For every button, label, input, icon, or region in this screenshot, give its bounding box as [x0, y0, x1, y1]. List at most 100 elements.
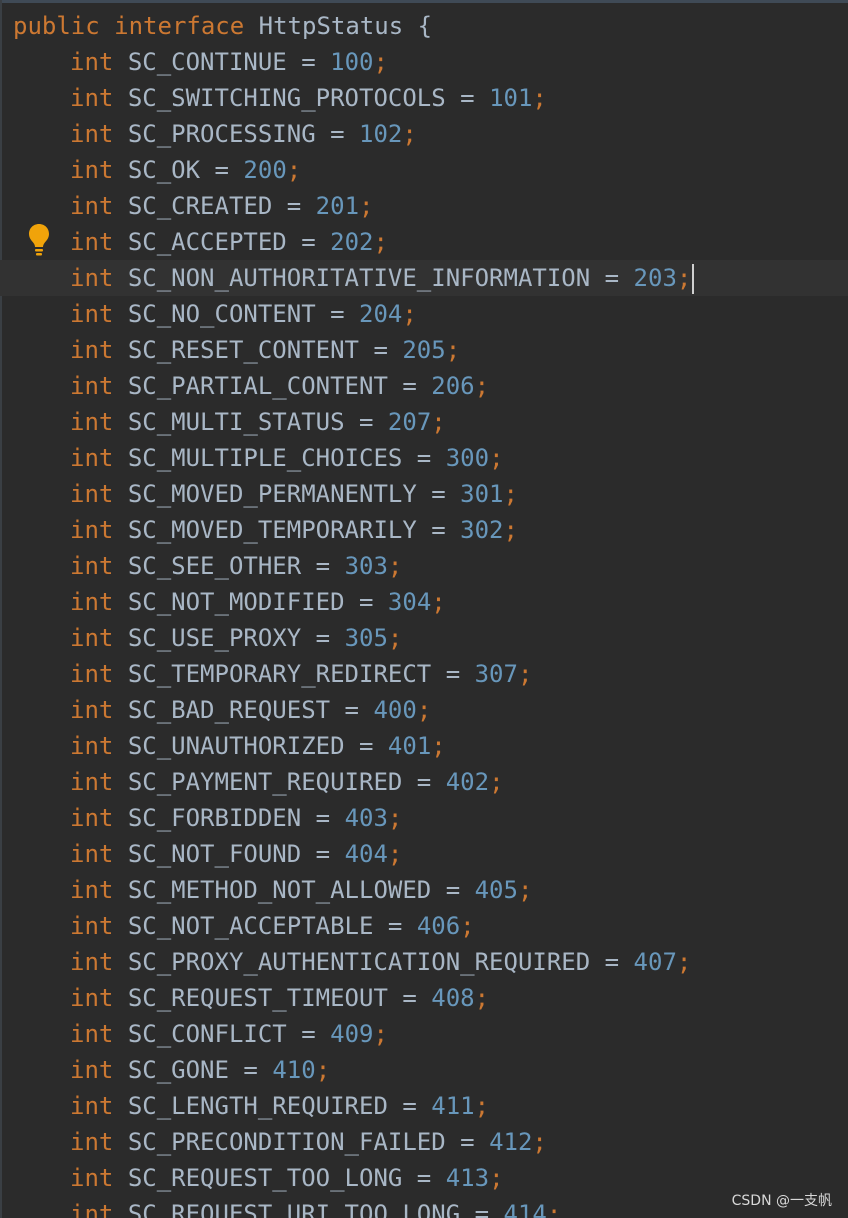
code-line[interactable]: int SC_PROXY_AUTHENTICATION_REQUIRED = 4…	[0, 944, 848, 980]
code-line[interactable]: int SC_GONE = 410;	[0, 1052, 848, 1088]
semicolon: ;	[373, 48, 388, 76]
assign-operator: =	[402, 768, 446, 796]
type-keyword: int	[70, 1020, 114, 1048]
semicolon: ;	[373, 1020, 388, 1048]
type-keyword: int	[70, 948, 114, 976]
constant-name: SC_MOVED_TEMPORARILY	[127, 516, 417, 544]
assign-operator: =	[590, 264, 634, 292]
code-line[interactable]: int SC_NOT_ACCEPTABLE = 406;	[0, 908, 848, 944]
constant-name: SC_MULTIPLE_CHOICES	[127, 444, 403, 472]
type-keyword: int	[70, 1164, 114, 1192]
interface-declaration-line[interactable]: public interface HttpStatus {	[0, 8, 848, 44]
constant-value: 202	[330, 228, 374, 256]
code-line[interactable]: int SC_CONTINUE = 100;	[0, 44, 848, 80]
constant-name: SC_REQUEST_TOO_LONG	[127, 1164, 403, 1192]
semicolon: ;	[387, 804, 403, 832]
constant-name: SC_TEMPORARY_REDIRECT	[127, 660, 432, 688]
constant-name: SC_PAYMENT_REQUIRED	[127, 768, 403, 796]
type-keyword: int	[70, 732, 114, 760]
assign-operator: =	[445, 1128, 490, 1156]
code-line[interactable]: int SC_CONFLICT = 409;	[0, 1016, 848, 1052]
code-line[interactable]: int SC_UNAUTHORIZED = 401;	[0, 728, 848, 764]
code-line[interactable]: int SC_PRECONDITION_FAILED = 412;	[0, 1124, 848, 1160]
constant-value: 206	[431, 372, 475, 400]
type-keyword: int	[70, 228, 114, 256]
assign-operator: =	[286, 228, 331, 256]
code-line[interactable]: int SC_USE_PROXY = 305;	[0, 620, 848, 656]
constant-value: 303	[344, 552, 388, 580]
constant-value: 305	[344, 624, 388, 652]
constant-value: 101	[489, 84, 533, 112]
type-keyword: int	[70, 1128, 114, 1156]
code-line[interactable]: int SC_SEE_OTHER = 303;	[0, 548, 848, 584]
semicolon: ;	[431, 408, 446, 436]
code-line[interactable]: int SC_PARTIAL_CONTENT = 206;	[0, 368, 848, 404]
code-line[interactable]: int SC_REQUEST_URI_TOO_LONG = 414;	[0, 1196, 848, 1218]
semicolon: ;	[373, 228, 388, 256]
lightbulb-icon[interactable]	[28, 223, 50, 257]
constant-value: 407	[633, 948, 677, 976]
semicolon: ;	[387, 624, 403, 652]
constant-name: SC_OK	[127, 156, 201, 184]
code-line[interactable]: int SC_NOT_FOUND = 404;	[0, 836, 848, 872]
code-line[interactable]: int SC_CREATED = 201;	[0, 188, 848, 224]
type-keyword: int	[70, 588, 114, 616]
interface-keyword: interface	[114, 12, 245, 40]
constant-name: SC_NOT_MODIFIED	[127, 588, 345, 616]
constant-name: SC_PARTIAL_CONTENT	[127, 372, 388, 400]
code-line[interactable]: int SC_SWITCHING_PROTOCOLS = 101;	[0, 80, 848, 116]
constant-value: 401	[387, 732, 432, 760]
code-editor[interactable]: public interface HttpStatus { int SC_CON…	[0, 0, 848, 1218]
code-line[interactable]: int SC_MULTIPLE_CHOICES = 300;	[0, 440, 848, 476]
code-line[interactable]: int SC_REQUEST_TIMEOUT = 408;	[0, 980, 848, 1016]
semicolon: ;	[546, 1200, 562, 1218]
constant-name: SC_NOT_FOUND	[127, 840, 302, 868]
code-line[interactable]: int SC_OK = 200;	[0, 152, 848, 188]
semicolon: ;	[445, 336, 461, 364]
code-area[interactable]: public interface HttpStatus { int SC_CON…	[0, 8, 848, 1218]
semicolon: ;	[474, 372, 490, 400]
constant-name: SC_CREATED	[127, 192, 273, 220]
type-keyword: int	[70, 336, 114, 364]
code-line[interactable]: int SC_RESET_CONTENT = 205;	[0, 332, 848, 368]
code-line[interactable]: int SC_NO_CONTENT = 204;	[0, 296, 848, 332]
code-line[interactable]: int SC_ACCEPTED = 202;	[0, 224, 848, 260]
assign-operator: =	[344, 732, 388, 760]
constant-value: 100	[330, 48, 374, 76]
constant-name: SC_GONE	[127, 1056, 229, 1084]
code-line[interactable]: int SC_METHOD_NOT_ALLOWED = 405;	[0, 872, 848, 908]
code-line[interactable]: int SC_MOVED_TEMPORARILY = 302;	[0, 512, 848, 548]
constant-name: SC_NOT_ACCEPTABLE	[127, 912, 374, 940]
modifier-keyword: public	[13, 12, 100, 40]
constant-name: SC_LENGTH_REQUIRED	[127, 1092, 388, 1120]
constant-value: 414	[503, 1200, 547, 1218]
constant-value: 102	[359, 120, 403, 148]
assign-operator: =	[272, 192, 316, 220]
type-keyword: int	[70, 192, 114, 220]
type-keyword: int	[70, 552, 114, 580]
constant-value: 404	[344, 840, 388, 868]
code-line[interactable]: int SC_TEMPORARY_REDIRECT = 307;	[0, 656, 848, 692]
code-line[interactable]: int SC_PAYMENT_REQUIRED = 402;	[0, 764, 848, 800]
current-code-line[interactable]: int SC_NON_AUTHORITATIVE_INFORMATION = 2…	[0, 260, 848, 296]
code-line[interactable]: int SC_FORBIDDEN = 403;	[0, 800, 848, 836]
code-line[interactable]: int SC_REQUEST_TOO_LONG = 413;	[0, 1160, 848, 1196]
assign-operator: =	[315, 300, 360, 328]
code-line[interactable]: int SC_NOT_MODIFIED = 304;	[0, 584, 848, 620]
code-line[interactable]: int SC_BAD_REQUEST = 400;	[0, 692, 848, 728]
code-line[interactable]: int SC_MULTI_STATUS = 207;	[0, 404, 848, 440]
constant-value: 405	[474, 876, 518, 904]
constant-name: SC_BAD_REQUEST	[127, 696, 331, 724]
code-line[interactable]: int SC_MOVED_PERMANENTLY = 301;	[0, 476, 848, 512]
code-line[interactable]: int SC_PROCESSING = 102;	[0, 116, 848, 152]
semicolon: ;	[474, 984, 490, 1012]
constant-value: 302	[460, 516, 504, 544]
constant-value: 409	[330, 1020, 374, 1048]
semicolon: ;	[387, 552, 403, 580]
code-line[interactable]: int SC_LENGTH_REQUIRED = 411;	[0, 1088, 848, 1124]
assign-operator: =	[301, 840, 345, 868]
assign-operator: =	[590, 948, 634, 976]
assign-operator: =	[445, 84, 490, 112]
text-caret	[692, 264, 695, 294]
semicolon: ;	[387, 840, 403, 868]
